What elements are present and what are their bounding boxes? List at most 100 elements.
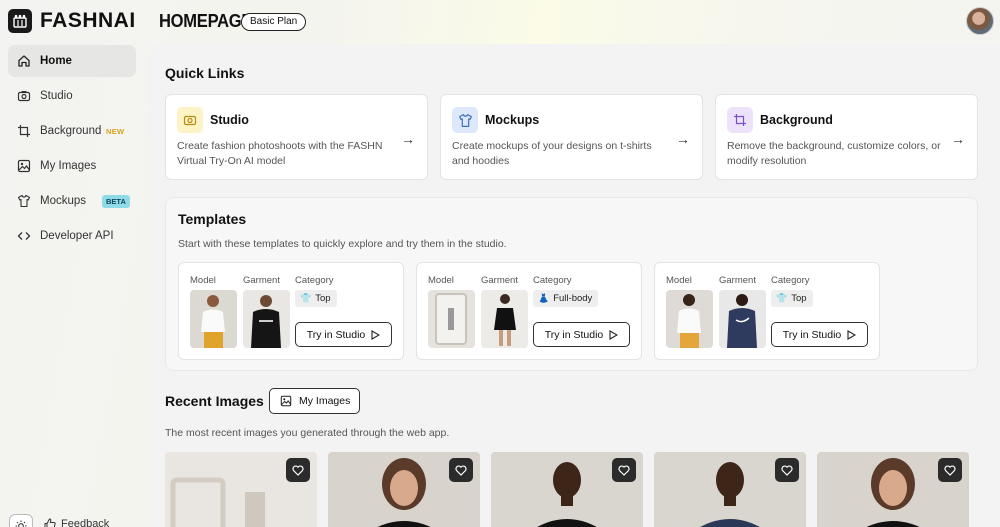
my-images-label: My Images xyxy=(299,395,351,407)
quick-link-studio[interactable]: Studio → Create fashion photoshoots with… xyxy=(165,94,428,180)
heart-icon[interactable] xyxy=(449,458,473,482)
category-label: Category xyxy=(533,275,572,286)
model-label: Model xyxy=(428,275,454,286)
try-in-studio-label: Try in Studio xyxy=(306,328,366,341)
recent-image[interactable] xyxy=(491,452,643,527)
sidebar-item-label: Studio xyxy=(40,90,73,102)
quick-link-desc: Remove the background, customize colors,… xyxy=(727,140,941,167)
camera-icon xyxy=(17,91,31,102)
try-in-studio-button[interactable]: Try in Studio xyxy=(771,322,868,347)
template-card: Model Garment Category 👕 Top Try in Stud… xyxy=(654,262,880,360)
home-icon xyxy=(18,55,30,67)
quick-link-title: Studio xyxy=(210,113,249,127)
sidebar: Home Studio Background NEW My Images Moc… xyxy=(0,44,148,527)
model-label: Model xyxy=(190,275,216,286)
quick-link-title: Background xyxy=(760,113,833,127)
quick-link-title: Mockups xyxy=(485,113,540,127)
quick-link-background[interactable]: Background → Remove the background, cust… xyxy=(715,94,978,180)
heart-icon[interactable] xyxy=(286,458,310,482)
image-icon xyxy=(17,159,31,173)
image-icon xyxy=(280,395,292,407)
garment-label: Garment xyxy=(481,275,518,286)
feedback-label: Feedback xyxy=(61,518,110,527)
recent-image[interactable] xyxy=(817,452,969,527)
quick-link-mockups[interactable]: Mockups → Create mockups of your designs… xyxy=(440,94,703,180)
arrow-right-icon: → xyxy=(401,131,415,147)
play-icon xyxy=(609,329,619,340)
recent-image[interactable] xyxy=(328,452,480,527)
logo-icon[interactable] xyxy=(8,9,32,33)
templates-panel: Templates Start with these templates to … xyxy=(165,197,978,371)
arrow-right-icon: → xyxy=(951,131,965,147)
model-image xyxy=(190,290,237,348)
try-in-studio-label: Try in Studio xyxy=(782,328,842,341)
avatar[interactable] xyxy=(966,7,994,35)
dress-icon: 👗 xyxy=(538,293,550,303)
shirt-icon xyxy=(452,107,478,133)
app-header: FASHNAI HOMEPAGE Basic Plan xyxy=(0,0,1000,44)
my-images-button[interactable]: My Images xyxy=(269,388,360,414)
sidebar-item-home[interactable]: Home xyxy=(8,45,136,77)
sidebar-item-label: Home xyxy=(40,55,72,67)
tshirt-icon: 👕 xyxy=(300,293,312,303)
main-content: Quick Links Studio → Create fashion phot… xyxy=(148,44,1000,527)
template-card: Model Garment Category 👗 Full-body Try i… xyxy=(416,262,642,360)
quick-link-desc: Create fashion photoshoots with the FASH… xyxy=(177,140,383,167)
templates-subtitle: Start with these templates to quickly ex… xyxy=(178,238,507,250)
theme-toggle-button[interactable] xyxy=(9,514,33,527)
thumbs-up-icon xyxy=(44,518,56,527)
new-tag: NEW xyxy=(106,126,125,136)
garment-image xyxy=(719,290,766,348)
sidebar-item-mockups[interactable]: Mockups BETA xyxy=(8,185,136,217)
logo-text[interactable]: FASHNAI xyxy=(40,9,136,33)
sidebar-item-label: Mockups xyxy=(40,195,87,207)
category-chip: 👗 Full-body xyxy=(533,290,599,307)
category-value: Top xyxy=(315,293,331,304)
model-image xyxy=(666,290,713,348)
plan-badge[interactable]: Basic Plan xyxy=(241,13,307,31)
quick-links-title: Quick Links xyxy=(165,65,245,81)
crop-icon xyxy=(727,107,753,133)
arrow-right-icon: → xyxy=(676,131,690,147)
category-label: Category xyxy=(295,275,334,286)
camera-icon xyxy=(177,107,203,133)
sidebar-item-studio[interactable]: Studio xyxy=(8,80,136,112)
sidebar-item-label: My Images xyxy=(40,160,97,172)
recent-images-title: Recent Images xyxy=(165,393,264,409)
beta-badge: BETA xyxy=(102,194,130,208)
tshirt-icon: 👕 xyxy=(776,293,788,303)
templates-title: Templates xyxy=(178,211,247,227)
model-label: Model xyxy=(666,275,692,286)
template-card: Model Garment Category 👕 Top Try in Stud… xyxy=(178,262,404,360)
garment-image xyxy=(481,290,528,348)
shirt-icon xyxy=(17,194,31,208)
category-chip: 👕 Top xyxy=(295,290,337,307)
sidebar-item-my-images[interactable]: My Images xyxy=(8,150,136,182)
try-in-studio-button[interactable]: Try in Studio xyxy=(295,322,392,347)
crop-icon xyxy=(18,125,30,137)
try-in-studio-label: Try in Studio xyxy=(544,328,604,341)
try-in-studio-button[interactable]: Try in Studio xyxy=(533,322,630,347)
category-label: Category xyxy=(771,275,810,286)
garment-label: Garment xyxy=(719,275,756,286)
category-value: Full-body xyxy=(553,293,593,304)
garment-label: Garment xyxy=(243,275,280,286)
play-icon xyxy=(847,329,857,340)
heart-icon[interactable] xyxy=(938,458,962,482)
page-title: HOMEPAGE xyxy=(159,11,253,31)
heart-icon[interactable] xyxy=(612,458,636,482)
sidebar-item-developer-api[interactable]: Developer API xyxy=(8,220,136,252)
model-image xyxy=(428,290,475,348)
code-icon xyxy=(17,232,31,240)
play-icon xyxy=(371,329,381,340)
quick-link-desc: Create mockups of your designs on t-shir… xyxy=(452,140,652,167)
garment-image xyxy=(243,290,290,348)
recent-images-subtitle: The most recent images you generated thr… xyxy=(165,427,450,439)
recent-image[interactable] xyxy=(654,452,806,527)
sidebar-item-background[interactable]: Background NEW xyxy=(8,115,136,147)
feedback-link[interactable]: Feedback xyxy=(44,518,109,527)
recent-image[interactable] xyxy=(165,452,317,527)
sidebar-item-label: Developer API xyxy=(40,230,114,242)
sun-icon xyxy=(15,520,27,527)
heart-icon[interactable] xyxy=(775,458,799,482)
